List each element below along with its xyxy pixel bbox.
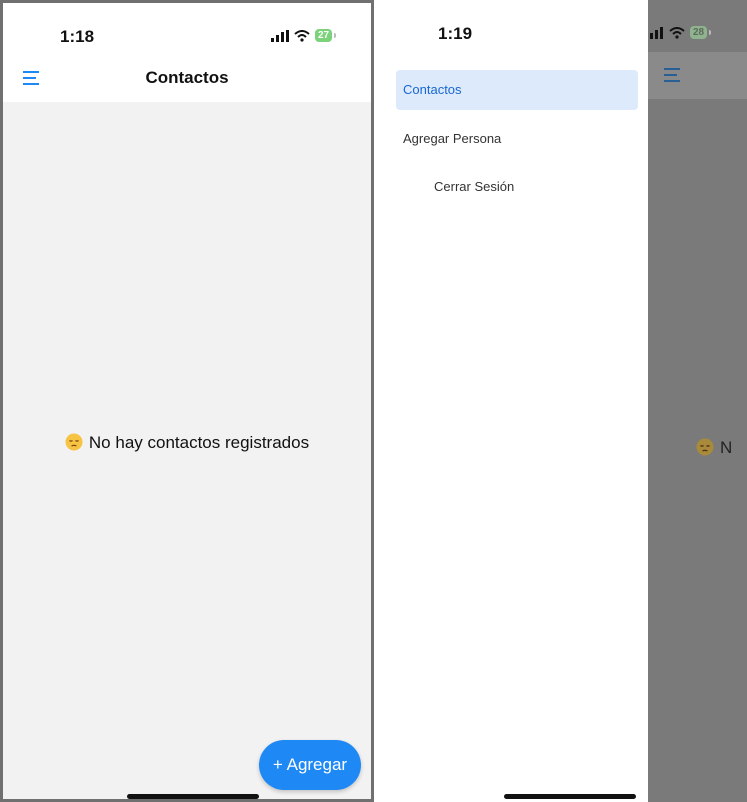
app-bar: Contactos — [3, 55, 371, 102]
empty-state-message: No hay contactos registrados — [88, 433, 310, 452]
status-bar: 1:18 27 — [3, 3, 371, 55]
contacts-screen: 1:18 27 Contactos No hay contactos regis… — [0, 0, 374, 802]
wifi-icon — [294, 29, 310, 42]
home-indicator — [127, 794, 259, 799]
wifi-icon — [669, 26, 685, 39]
page-title: Contactos — [145, 68, 229, 87]
app-bar-dimmed — [648, 52, 747, 99]
drawer-item-cerrar-sesion[interactable]: Cerrar Sesión — [396, 167, 638, 207]
hamburger-menu-icon — [664, 68, 680, 82]
pensive-face-icon — [65, 433, 83, 451]
status-icons: 28 — [650, 26, 712, 39]
signal-icon — [650, 26, 663, 39]
pensive-face-icon — [696, 438, 714, 456]
navigation-drawer: 1:19 Contactos Agregar Persona Cerrar Se… — [386, 0, 648, 802]
battery-icon: 28 — [690, 26, 712, 39]
add-contact-button[interactable]: + Agregar — [259, 740, 361, 790]
empty-state-dimmed: N — [696, 438, 732, 458]
empty-state: No hay contactos registrados — [3, 433, 371, 453]
status-time: 1:18 — [60, 27, 95, 46]
drawer-scrim[interactable]: 28 N — [648, 0, 747, 802]
drawer-open-screen: 1:19 Contactos Agregar Persona Cerrar Se… — [386, 0, 747, 802]
drawer-item-agregar-persona[interactable]: Agregar Persona — [396, 119, 638, 159]
status-time: 1:19 — [438, 24, 473, 43]
home-indicator — [504, 794, 636, 799]
battery-icon: 27 — [315, 29, 337, 42]
status-icons: 27 — [271, 29, 337, 42]
drawer-item-contactos[interactable]: Contactos — [396, 70, 638, 110]
signal-icon — [271, 29, 289, 42]
empty-state-message: N — [720, 438, 733, 457]
